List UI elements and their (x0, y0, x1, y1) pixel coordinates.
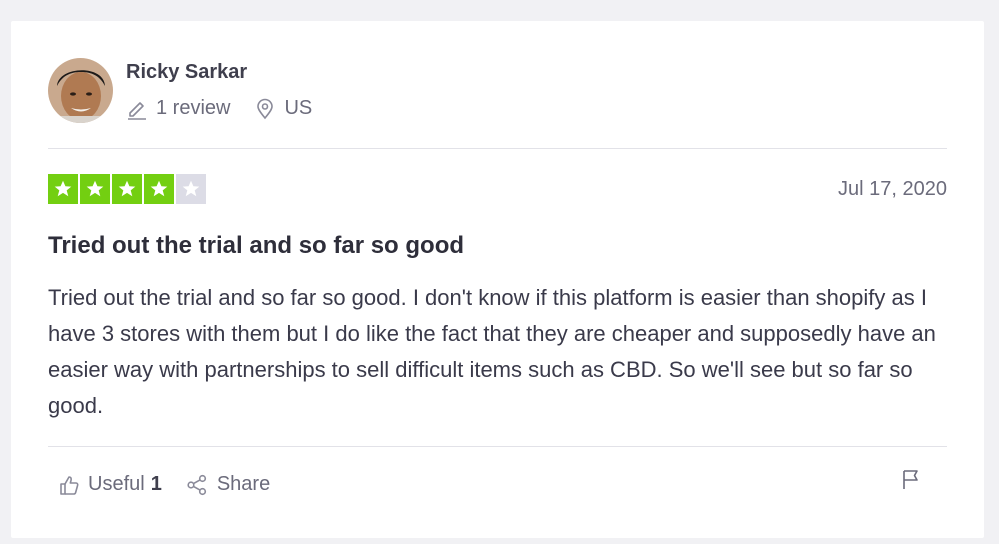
location-pin-icon (254, 98, 276, 120)
star-rating (48, 174, 206, 204)
review-date: Jul 17, 2020 (838, 178, 947, 200)
reviewer-location: US (254, 97, 312, 120)
report-button[interactable] (900, 468, 922, 490)
review-title[interactable]: Tried out the trial and so far so good (48, 232, 464, 260)
share-label: Share (216, 473, 271, 495)
avatar[interactable] (48, 58, 113, 123)
star-filled (112, 174, 142, 204)
star-empty (176, 174, 206, 204)
country-label: US (284, 97, 313, 119)
review-card: Ricky Sarkar 1 review US Jul 17, 2020 Tr… (11, 21, 984, 538)
review-body: Tried out the trial and so far so good. … (48, 285, 936, 418)
star-filled (144, 174, 174, 204)
reviewer-meta: 1 review US (126, 97, 312, 120)
share-icon (186, 474, 208, 496)
divider (48, 446, 947, 447)
useful-label: Useful (88, 473, 145, 495)
share-button[interactable]: Share (186, 473, 270, 496)
review-count-label: 1 review (156, 97, 231, 119)
star-filled (80, 174, 110, 204)
reviewer-name[interactable]: Ricky Sarkar (126, 61, 247, 84)
flag-icon (900, 468, 922, 490)
useful-button[interactable]: Useful 1 (58, 473, 162, 496)
review-count[interactable]: 1 review (126, 97, 230, 120)
thumbs-up-icon (58, 474, 80, 496)
useful-count: 1 (150, 473, 162, 495)
divider (48, 148, 947, 149)
star-filled (48, 174, 78, 204)
pencil-icon (126, 98, 148, 120)
review-actions: Useful 1 Share (58, 473, 270, 496)
